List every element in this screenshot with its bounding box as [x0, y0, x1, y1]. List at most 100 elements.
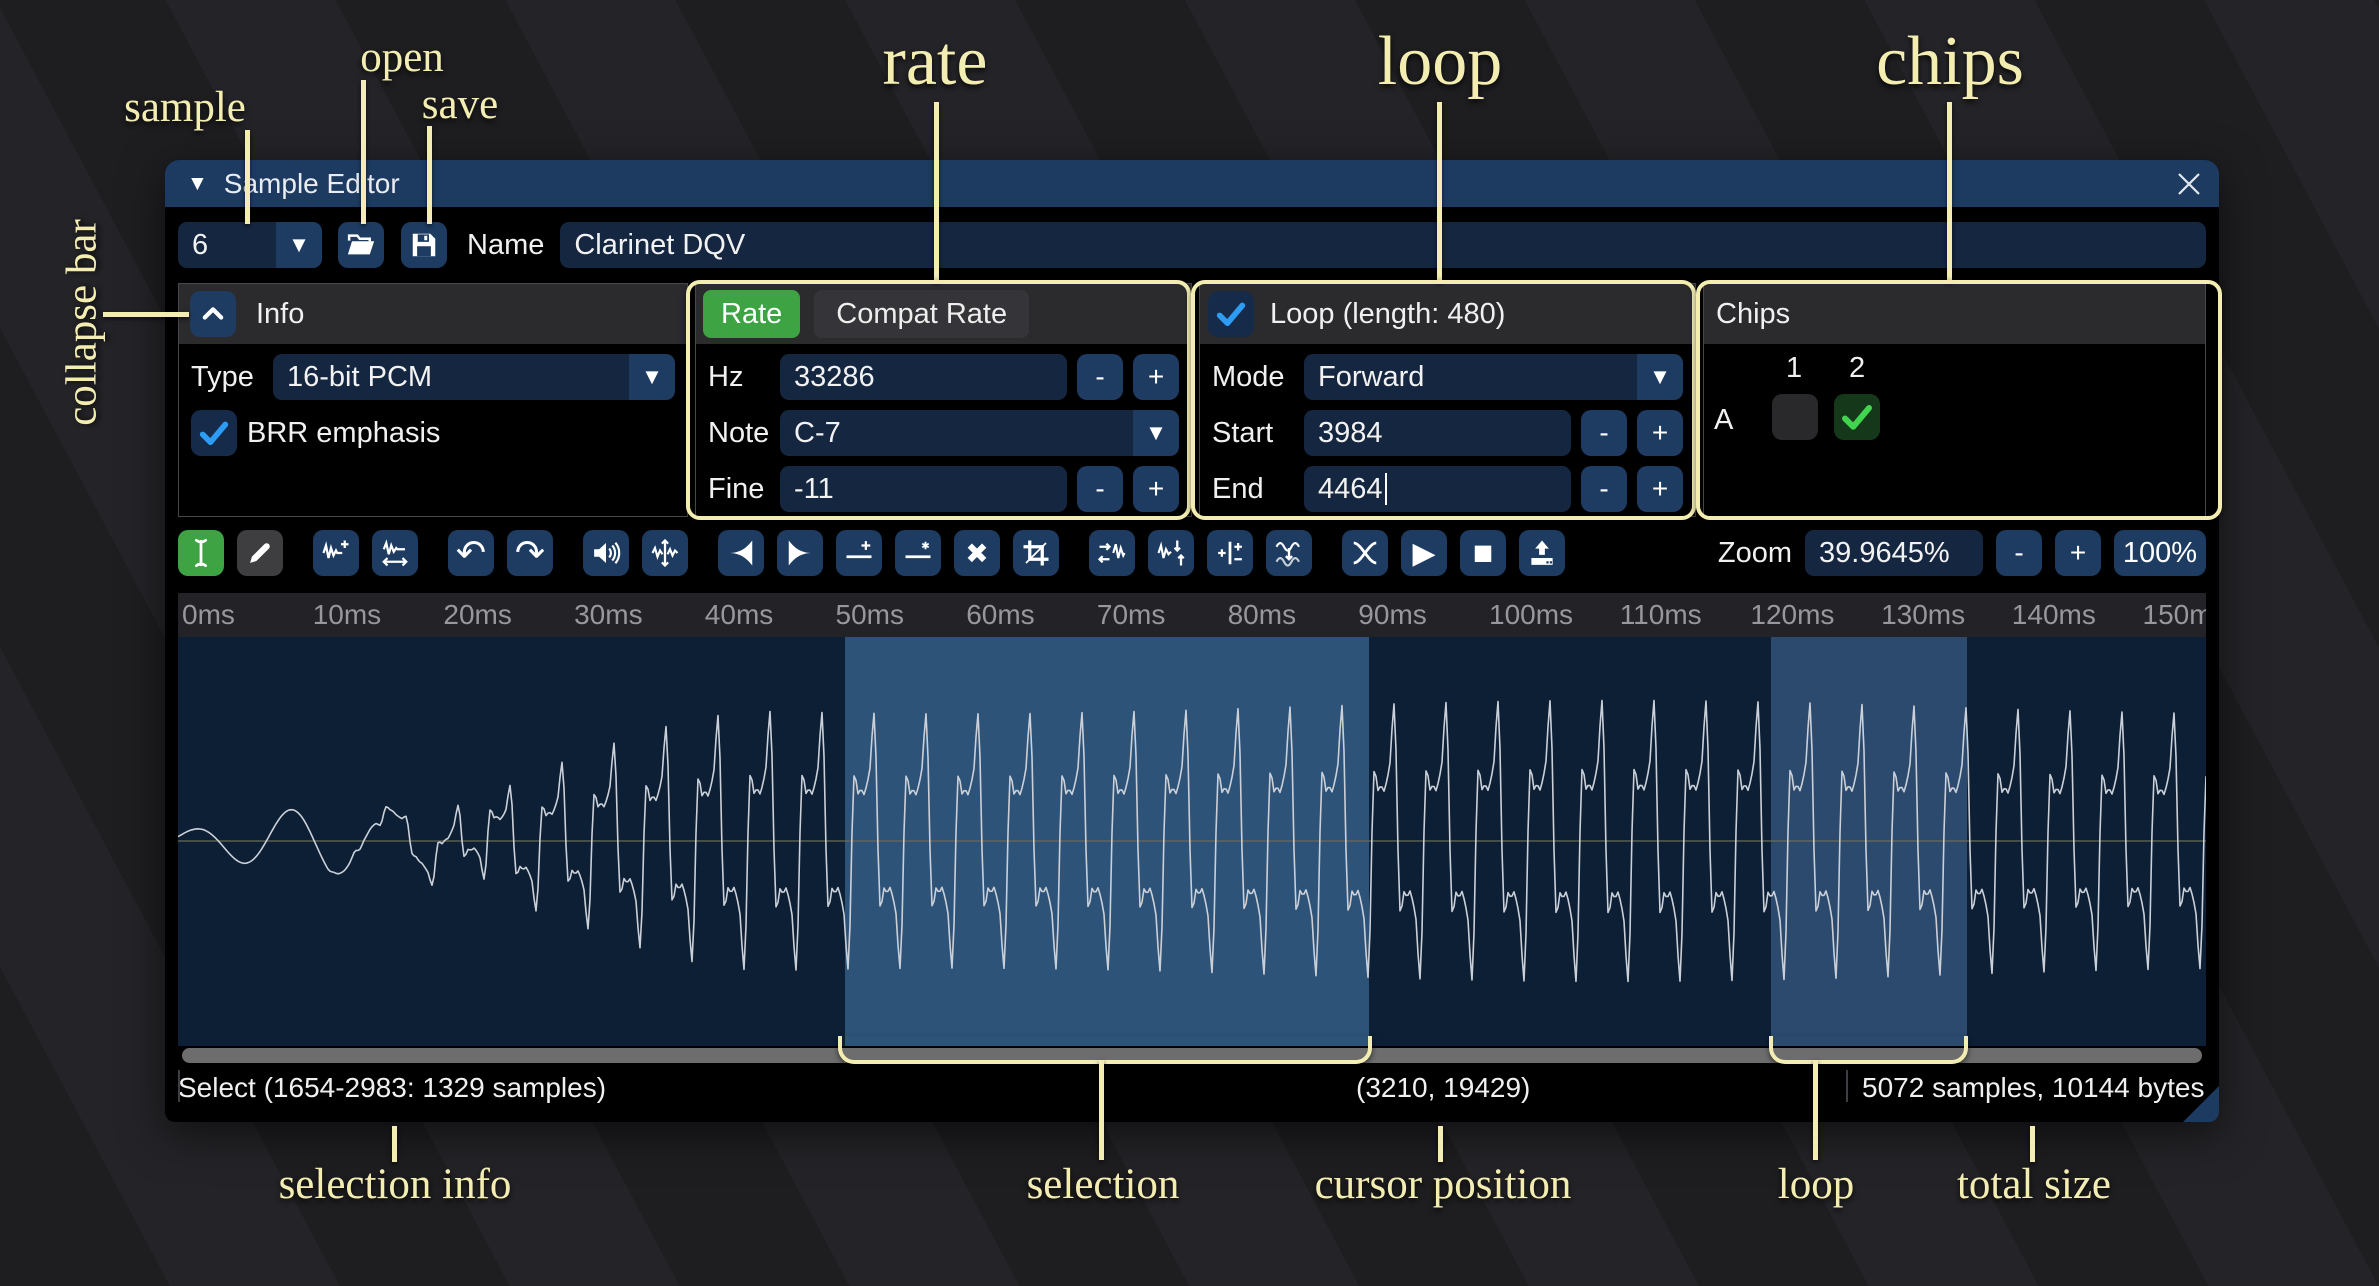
trim-button[interactable]	[1013, 530, 1059, 576]
fine-input[interactable]: -11	[780, 466, 1067, 512]
hz-minus-button[interactable]: -	[1077, 354, 1123, 400]
fade-out-button[interactable]	[777, 530, 823, 576]
waveform-updown-icon	[650, 538, 680, 568]
loop-end-input[interactable]: 4464	[1304, 466, 1571, 512]
chips-col-2: 2	[1849, 352, 1865, 385]
fade-in-icon	[726, 538, 756, 568]
compat-rate-tab[interactable]: Compat Rate	[814, 290, 1029, 338]
window-resize-grip[interactable]	[2183, 1086, 2219, 1122]
hz-value: 33286	[794, 361, 875, 394]
note-value: C-7	[780, 417, 1133, 450]
info-collapse-button[interactable]	[190, 291, 236, 337]
annotation-cursor-position: cursor position	[1263, 1160, 1623, 1209]
waveform-reverse-icon	[1097, 538, 1127, 568]
loop-end-plus-button[interactable]: +	[1637, 466, 1683, 512]
waveform-area[interactable]	[178, 637, 2206, 1046]
loop-end-minus-button[interactable]: -	[1581, 466, 1627, 512]
hz-input[interactable]: 33286	[780, 354, 1067, 400]
name-input[interactable]: Clarinet DQV	[560, 222, 2206, 268]
timeline-label: 110ms	[1620, 599, 1702, 631]
zoom-plus-button[interactable]: +	[2055, 530, 2101, 576]
loop-end-label: End	[1212, 473, 1294, 506]
undo-button[interactable]: ↶	[448, 530, 494, 576]
info-title: Info	[256, 298, 304, 331]
normalize-button[interactable]	[642, 530, 688, 576]
loop-start-value: 3984	[1318, 417, 1383, 450]
apply-silence-button[interactable]	[895, 530, 941, 576]
close-button[interactable]	[2173, 168, 2205, 200]
timeline-label: 40ms	[705, 599, 773, 631]
timeline-label: 80ms	[1228, 599, 1296, 631]
chip-a1-checkbox[interactable]	[1772, 394, 1818, 440]
rate-tab[interactable]: Rate	[703, 290, 800, 338]
loop-start-plus-button[interactable]: +	[1637, 410, 1683, 456]
chips-row-a: A	[1714, 404, 1733, 437]
chevron-down-icon[interactable]: ▼	[276, 222, 322, 268]
timeline-label: 150ms	[2143, 599, 2207, 631]
crossfade-loop-button[interactable]	[1342, 530, 1388, 576]
note-label: Note	[708, 417, 770, 450]
resample-button[interactable]	[372, 530, 418, 576]
resize-button[interactable]	[313, 530, 359, 576]
rate-header: Rate Compat Rate	[696, 284, 1191, 344]
fade-out-icon	[785, 538, 815, 568]
loop-start-input[interactable]: 3984	[1304, 410, 1571, 456]
amplify-button[interactable]	[583, 530, 629, 576]
folder-open-icon	[346, 230, 376, 260]
status-bar: Select (1654-2983: 1329 samples) (3210, …	[178, 1066, 2206, 1110]
sample-type-value: 16-bit PCM	[273, 361, 629, 394]
scrollbar-thumb[interactable]	[182, 1048, 2202, 1063]
fine-minus-button[interactable]: -	[1077, 466, 1123, 512]
note-select[interactable]: C-7 ▼	[780, 410, 1179, 456]
timeline-ruler[interactable]: 0ms10ms20ms30ms40ms50ms60ms70ms80ms90ms1…	[178, 593, 2206, 637]
hz-plus-button[interactable]: +	[1133, 354, 1179, 400]
annotation-selection: selection	[953, 1160, 1253, 1209]
annotation-line-selection-info	[392, 1126, 397, 1162]
loop-checkbox[interactable]	[1208, 291, 1254, 337]
loop-mode-select[interactable]: Forward ▼	[1304, 354, 1683, 400]
annotation-collapse-bar: collapse bar	[58, 173, 107, 473]
check-icon	[1214, 297, 1248, 331]
annotation-line-cursor	[1438, 1126, 1443, 1162]
annotation-sample: sample	[80, 83, 290, 132]
open-sample-button[interactable]	[338, 222, 384, 268]
chevron-down-icon[interactable]: ▼	[1133, 410, 1179, 456]
zoom-reset-button[interactable]: 100%	[2114, 530, 2206, 576]
fine-label: Fine	[708, 473, 770, 506]
horizontal-scrollbar[interactable]	[178, 1048, 2206, 1063]
preview-play-button[interactable]: ▶	[1401, 530, 1447, 576]
insert-silence-button[interactable]	[836, 530, 882, 576]
preview-stop-button[interactable]: ■	[1460, 530, 1506, 576]
brr-emphasis-checkbox[interactable]	[191, 410, 237, 456]
draw-mode-button[interactable]	[237, 530, 283, 576]
signedness-button[interactable]	[1207, 530, 1253, 576]
loop-start-minus-button[interactable]: -	[1581, 410, 1627, 456]
filter-button[interactable]	[1266, 530, 1312, 576]
window-title: Sample Editor	[224, 168, 400, 200]
annotation-chips: chips	[1810, 22, 2090, 102]
reverse-button[interactable]	[1089, 530, 1135, 576]
sample-type-select[interactable]: 16-bit PCM ▼	[273, 354, 675, 400]
delete-button[interactable]: ✖	[954, 530, 1000, 576]
timeline-label: 0ms	[182, 599, 235, 631]
upload-sample-button[interactable]	[1519, 530, 1565, 576]
chevron-down-icon[interactable]: ▼	[1637, 354, 1683, 400]
chips-col-1: 1	[1786, 352, 1802, 385]
ibeam-cursor-icon	[187, 538, 215, 568]
plus-minus-sign-icon	[1215, 538, 1245, 568]
window-titlebar[interactable]: ▼ Sample Editor	[165, 160, 2219, 207]
save-sample-button[interactable]	[401, 222, 447, 268]
select-mode-button[interactable]	[178, 530, 224, 576]
fine-plus-button[interactable]: +	[1133, 466, 1179, 512]
window-collapse-icon[interactable]: ▼	[187, 172, 208, 196]
zoom-input[interactable]: 39.9645%	[1805, 530, 1983, 576]
chips-panel: Chips 1 2 A	[1703, 283, 2206, 517]
sample-number-select[interactable]: 6 ▼	[178, 222, 322, 268]
timeline-label: 60ms	[966, 599, 1034, 631]
chevron-down-icon[interactable]: ▼	[629, 354, 675, 400]
fade-in-button[interactable]	[718, 530, 764, 576]
zoom-minus-button[interactable]: -	[1996, 530, 2042, 576]
invert-button[interactable]	[1148, 530, 1194, 576]
chip-a2-checkbox[interactable]	[1834, 394, 1880, 440]
redo-button[interactable]: ↷	[507, 530, 553, 576]
